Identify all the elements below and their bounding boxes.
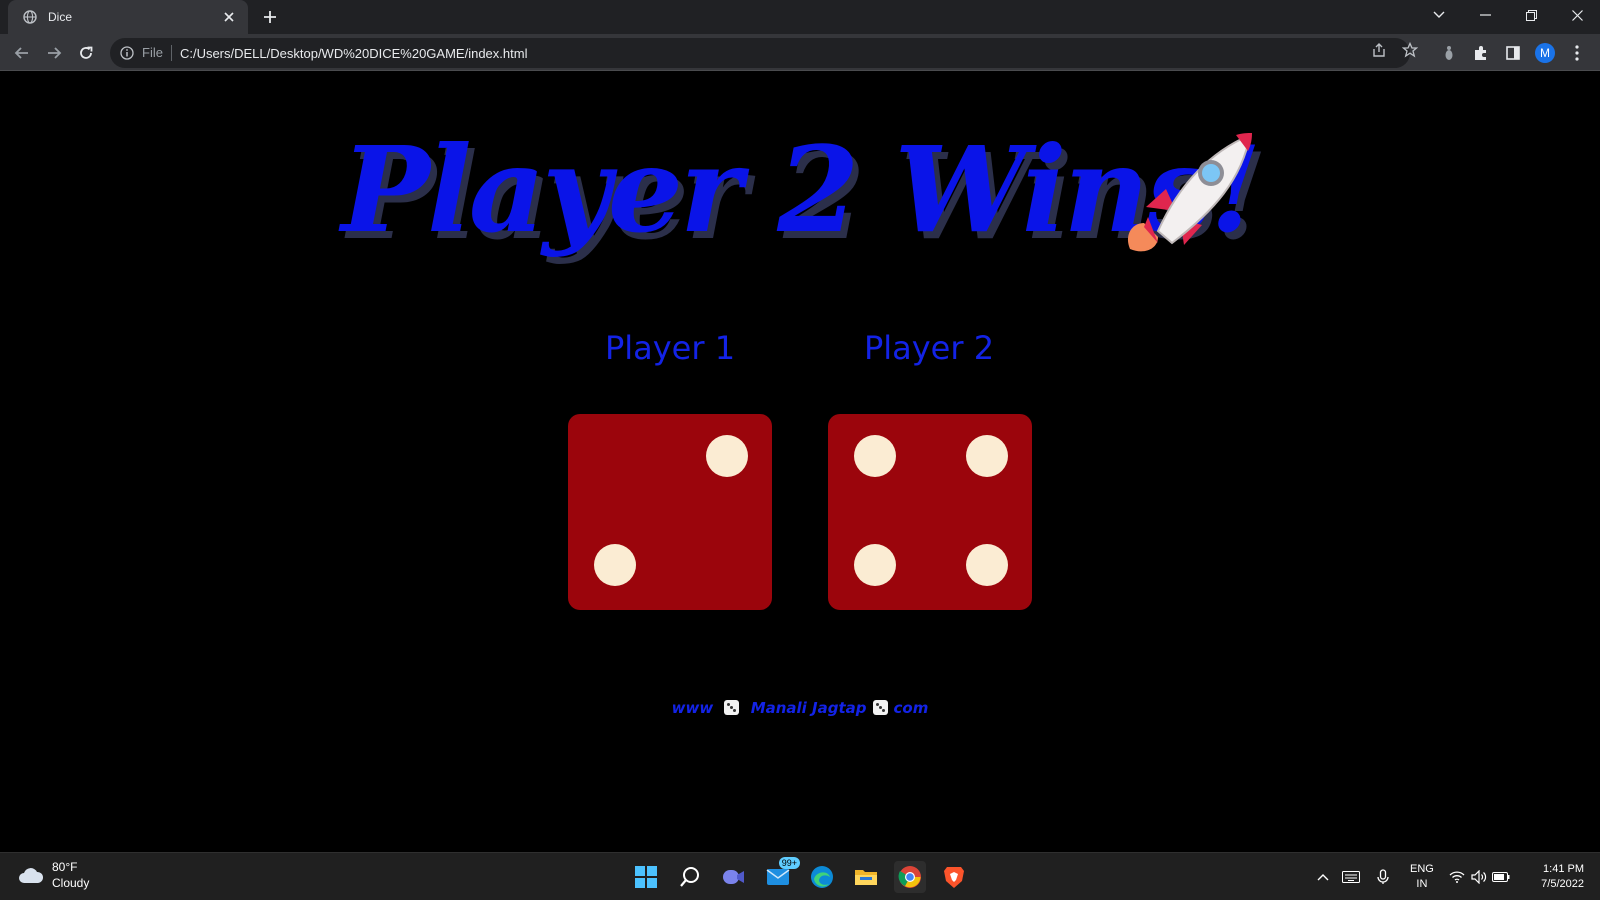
- address-bar[interactable]: File C:/Users/DELL/Desktop/WD%20DICE%20G…: [110, 38, 1410, 68]
- footer-part-com: com: [893, 699, 929, 717]
- restore-button[interactable]: [1508, 0, 1554, 30]
- volume-icon[interactable]: [1468, 867, 1490, 887]
- tab-search-icon[interactable]: [1416, 0, 1462, 30]
- keyboard-icon[interactable]: [1340, 867, 1362, 887]
- windows-taskbar: 80°F Cloudy 99+ ENG IN 1:41 PM 7/5/2022: [0, 852, 1600, 900]
- die-pip: [854, 544, 896, 586]
- close-window-button[interactable]: [1554, 0, 1600, 30]
- profile-avatar[interactable]: M: [1534, 42, 1556, 64]
- battery-icon[interactable]: [1490, 867, 1512, 887]
- info-icon[interactable]: [118, 44, 136, 62]
- tab-dice[interactable]: Dice: [8, 0, 248, 34]
- die-emoji-icon: [724, 700, 740, 715]
- die-pip: [966, 544, 1008, 586]
- globe-icon: [22, 9, 38, 25]
- url-text[interactable]: C:/Users/DELL/Desktop/WD%20DICE%20GAME/i…: [180, 46, 1410, 61]
- start-windows-icon[interactable]: [630, 861, 662, 893]
- side-panel-icon[interactable]: [1502, 42, 1524, 64]
- file-explorer-icon[interactable]: [850, 861, 882, 893]
- share-icon[interactable]: [1369, 40, 1389, 60]
- system-clock[interactable]: 1:41 PM 7/5/2022: [1524, 862, 1584, 892]
- brave-browser-icon[interactable]: [938, 861, 970, 893]
- clock-time: 1:41 PM: [1543, 863, 1584, 875]
- extension-icon[interactable]: [1438, 42, 1460, 64]
- weather-condition: Cloudy: [52, 876, 90, 890]
- language-line-1: ENG: [1410, 863, 1434, 875]
- forward-button[interactable]: [40, 39, 68, 67]
- rocket-icon: [1127, 133, 1252, 252]
- die-pip: [706, 435, 748, 477]
- cloud-icon: [19, 868, 44, 883]
- die-pip: [594, 544, 636, 586]
- search-icon[interactable]: [674, 861, 706, 893]
- weather-widget[interactable]: 80°F Cloudy: [18, 859, 89, 891]
- footer-part-www: www: [671, 699, 714, 717]
- tray-chevron-up-icon[interactable]: [1312, 867, 1334, 887]
- menu-kebab-icon[interactable]: [1566, 42, 1588, 64]
- player-2-label: Player 2: [863, 329, 995, 367]
- player-1-label: Player 1: [604, 329, 736, 367]
- clock-date: 7/5/2022: [1541, 878, 1584, 890]
- player-1-die: [568, 414, 772, 610]
- bookmark-star-icon[interactable]: [1400, 40, 1420, 60]
- minimize-button[interactable]: [1462, 0, 1508, 30]
- url-scheme-label: File: [142, 45, 172, 61]
- microphone-icon[interactable]: [1372, 867, 1394, 887]
- die-pip: [966, 435, 1008, 477]
- extensions-puzzle-icon[interactable]: [1470, 42, 1492, 64]
- footer-credit: www Manali Jagtap com: [0, 699, 1600, 717]
- browser-toolbar: File C:/Users/DELL/Desktop/WD%20DICE%20G…: [0, 34, 1600, 71]
- tab-title: Dice: [48, 10, 73, 24]
- new-tab-button[interactable]: [258, 5, 282, 29]
- mail-icon[interactable]: 99+: [762, 857, 800, 893]
- die-emoji-icon: [872, 700, 888, 715]
- die-pip: [854, 435, 896, 477]
- tab-close-icon[interactable]: [220, 8, 238, 26]
- wifi-icon[interactable]: [1446, 867, 1468, 887]
- tab-strip: Dice: [0, 0, 1600, 34]
- page-viewport: Player 2 Wins! Player 1 Player 2 www Man…: [0, 71, 1600, 852]
- teams-chat-icon[interactable]: [718, 861, 750, 893]
- weather-temp: 80°F: [52, 860, 78, 874]
- mail-badge: 99+: [778, 857, 800, 869]
- language-indicator[interactable]: ENG IN: [1410, 862, 1434, 892]
- headline: Player 2 Wins!: [0, 125, 1600, 255]
- edge-browser-icon[interactable]: [806, 861, 838, 893]
- language-line-2: IN: [1416, 878, 1428, 890]
- footer-part-name: Manali Jagtap: [750, 699, 867, 717]
- reload-button[interactable]: [72, 39, 100, 67]
- chrome-icon[interactable]: [894, 861, 926, 893]
- back-button[interactable]: [8, 39, 36, 67]
- player-2-die: [828, 414, 1032, 610]
